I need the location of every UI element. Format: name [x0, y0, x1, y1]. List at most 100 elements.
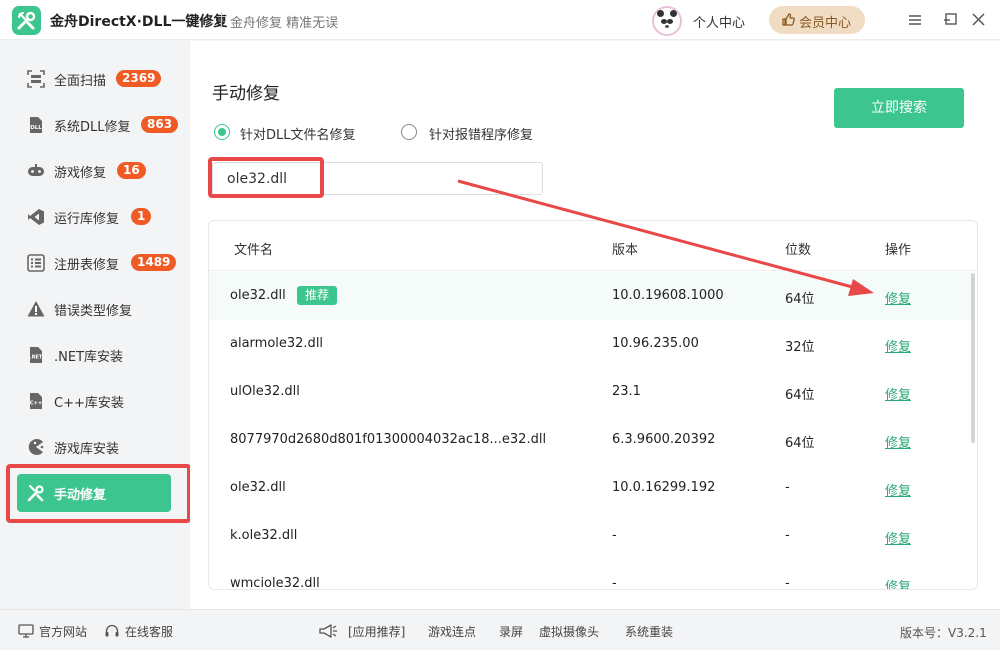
table-header: 文件名 版本 位数 操作 [209, 221, 977, 271]
file-bits: - [785, 576, 790, 590]
title-divider [221, 12, 222, 28]
footer-link-auto-clicker[interactable]: 游戏连点 [428, 623, 476, 640]
sidebar-item-registry-repair[interactable]: 注册表修复 1489 [17, 244, 177, 282]
sidebar-item-label: 游戏库安装 [54, 442, 120, 457]
count-badge: 1 [131, 208, 152, 225]
cpp-icon: C++ [30, 393, 42, 409]
file-name: k.ole32.dll [230, 528, 298, 543]
file-bits: 64位 [785, 436, 815, 451]
gamepad-icon [28, 164, 44, 176]
file-name: ole32.dll [230, 480, 286, 495]
maximize-icon[interactable] [942, 10, 962, 30]
registry-icon [27, 254, 45, 272]
footer-link-system-reinstall[interactable]: 系统重装 [625, 623, 673, 640]
file-bits: 64位 [785, 388, 815, 403]
highlight-box-search [208, 157, 324, 198]
sidebar-item-cpp-install[interactable]: C++ C++库安装 [17, 382, 171, 420]
repair-link[interactable]: 修复 [885, 384, 911, 403]
radio-error-program[interactable] [401, 124, 417, 140]
file-version: 6.3.9600.20392 [612, 432, 716, 447]
scan-icon [27, 70, 45, 88]
count-badge: 863 [141, 116, 179, 133]
sidebar-item-game-library[interactable]: 游戏库安装 [17, 428, 171, 466]
app-logo-icon [12, 6, 41, 35]
results-table: 文件名 版本 位数 操作 ole32.dll 推荐 10.0.19608.100… [208, 220, 978, 590]
sidebar-item-label: 系统DLL修复 [54, 120, 131, 135]
radio-error-program-label[interactable]: 针对报错程序修复 [429, 124, 533, 143]
sidebar-item-runtime-repair[interactable]: 运行库修复 1 [17, 198, 171, 236]
headset-icon [105, 624, 119, 637]
monitor-icon [18, 624, 34, 638]
runtime-icon [28, 209, 44, 225]
online-service-link[interactable]: 在线客服 [125, 623, 173, 640]
sidebar-item-label: 注册表修复 [54, 258, 120, 273]
avatar[interactable] [652, 6, 682, 36]
vip-center-button[interactable]: 会员中心 [769, 6, 865, 34]
sidebar: 全面扫描 2369 DLL 系统DLL修复 863 游戏修复 16 运行库修复 … [0, 41, 190, 609]
file-version: 10.96.235.00 [612, 336, 699, 351]
svg-text:DLL: DLL [30, 125, 42, 131]
menu-icon[interactable] [906, 10, 926, 30]
repair-link[interactable]: 修复 [885, 336, 911, 355]
repair-link[interactable]: 修复 [885, 432, 911, 451]
app-title: 金舟DirectX·DLL一键修复 [50, 14, 228, 30]
count-badge: 1489 [131, 254, 177, 271]
sidebar-item-full-scan[interactable]: 全面扫描 2369 [17, 60, 171, 98]
file-name: wmciole32.dll [230, 576, 320, 590]
user-center-link[interactable]: 个人中心 [693, 12, 745, 31]
svg-text:.NET: .NET [30, 355, 43, 361]
vip-center-label: 会员中心 [799, 16, 852, 31]
warning-icon [27, 301, 45, 317]
repair-link[interactable]: 修复 [885, 528, 911, 547]
page-title: 手动修复 [212, 84, 280, 104]
table-scrollbar[interactable] [971, 273, 975, 443]
sidebar-item-label: 运行库修复 [54, 212, 120, 227]
footer: 官方网站 在线客服 [应用推荐] 游戏连点 录屏 虚拟摄像头 系统重装 版本号：… [0, 609, 1000, 650]
footer-link-virtual-camera[interactable]: 虚拟摄像头 [539, 623, 599, 640]
search-now-button[interactable]: 立即搜索 [834, 88, 964, 128]
repair-link[interactable]: 修复 [885, 288, 911, 307]
file-bits: - [785, 528, 790, 543]
pacman-icon [28, 439, 44, 455]
title-bar: 金舟DirectX·DLL一键修复 金舟修复 精准无误 个人中心 会员中心 [0, 0, 1000, 40]
sidebar-item-label: C++库安装 [54, 396, 124, 411]
version-label: 版本号：V3.2.1 [900, 626, 987, 640]
sidebar-item-game-repair[interactable]: 游戏修复 16 [17, 152, 171, 190]
column-header-action: 操作 [885, 243, 912, 258]
table-row: wmciole32.dll - - 修复 [209, 560, 971, 590]
table-row: 8077970d2680d801f01300004032ac18...e32.d… [209, 416, 971, 464]
sidebar-item-label: 错误类型修复 [54, 304, 133, 319]
column-header-bits: 位数 [785, 243, 812, 258]
recommend-badge: 推荐 [297, 286, 338, 305]
sidebar-item-label: 全面扫描 [54, 74, 107, 89]
sidebar-item-label: 游戏修复 [54, 166, 107, 181]
sidebar-item-label: .NET库安装 [54, 350, 124, 365]
file-version: 10.0.19608.1000 [612, 288, 724, 303]
table-row: alarmole32.dll 10.96.235.00 32位 修复 [209, 320, 971, 368]
count-badge: 2369 [116, 70, 162, 87]
repair-link[interactable]: 修复 [885, 576, 911, 589]
repair-link[interactable]: 修复 [885, 480, 911, 499]
main-panel: 手动修复 立即搜索 针对DLL文件名修复 针对报错程序修复 文件名 版本 位数 … [190, 41, 1000, 609]
sidebar-item-dotnet-install[interactable]: .NET .NET库安装 [17, 336, 171, 374]
sidebar-item-system-dll[interactable]: DLL 系统DLL修复 863 [17, 106, 179, 144]
table-row: ole32.dll 10.0.16299.192 - 修复 [209, 464, 971, 512]
file-version: 10.0.16299.192 [612, 480, 716, 495]
dll-icon: DLL [30, 117, 42, 133]
file-name: 8077970d2680d801f01300004032ac18...e32.d… [230, 432, 547, 447]
table-row: ulOle32.dll 23.1 64位 修复 [209, 368, 971, 416]
column-header-version: 版本 [612, 243, 639, 258]
radio-dll-filename-label[interactable]: 针对DLL文件名修复 [240, 124, 356, 143]
app-slogan: 金舟修复 精准无误 [230, 16, 339, 31]
radio-dll-filename[interactable] [214, 124, 230, 140]
official-site-link[interactable]: 官方网站 [39, 623, 87, 640]
close-icon[interactable] [969, 10, 989, 30]
app-recommend-label: [应用推荐] [348, 625, 406, 639]
footer-link-screen-recorder[interactable]: 录屏 [499, 623, 523, 640]
file-version: - [612, 528, 617, 543]
highlight-box-sidebar [6, 464, 191, 523]
file-name: ulOle32.dll [230, 384, 300, 399]
sidebar-item-error-type[interactable]: 错误类型修复 [17, 290, 171, 328]
count-badge: 16 [117, 162, 146, 179]
table-row: k.ole32.dll - - 修复 [209, 512, 971, 560]
